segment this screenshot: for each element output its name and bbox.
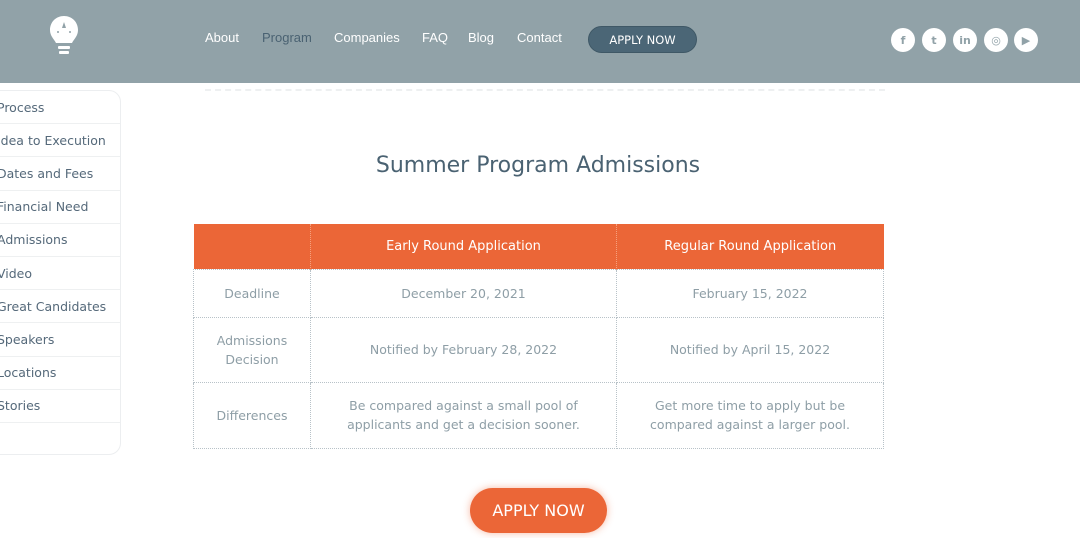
- sidebar-item-video[interactable]: Video: [0, 257, 120, 291]
- table-header-regular: Regular Round Application: [616, 224, 884, 269]
- sidebar-item-great-candidates[interactable]: Great Candidates: [0, 290, 120, 324]
- page-title: Summer Program Admissions: [375, 153, 701, 178]
- table-header-early: Early Round Application: [310, 224, 617, 269]
- sidebar-item-admissions[interactable]: Admissions: [0, 224, 120, 257]
- table-cell: Be compared against a small pool of appl…: [310, 381, 617, 449]
- lightbulb-logo-icon[interactable]: [48, 14, 80, 60]
- row-label: Deadline: [193, 268, 311, 318]
- admissions-table: Early Round Application Regular Round App…: [193, 224, 884, 449]
- facebook-icon[interactable]: f: [891, 28, 915, 52]
- nav-blog[interactable]: Blog: [468, 30, 494, 45]
- twitter-icon[interactable]: t: [922, 28, 946, 52]
- youtube-icon[interactable]: ▶: [1014, 28, 1038, 52]
- apply-now-button[interactable]: APPLY NOW: [470, 488, 607, 533]
- divider: [205, 89, 885, 91]
- sidebar-item-process[interactable]: Process: [0, 91, 120, 125]
- linkedin-icon[interactable]: in: [953, 28, 977, 52]
- header-apply-now-button[interactable]: APPLY NOW: [588, 26, 697, 53]
- table-cell: Notified by April 15, 2022: [616, 316, 884, 383]
- sidebar-item-financial-need[interactable]: Financial Need: [0, 191, 120, 224]
- sidebar-item-stories[interactable]: Stories: [0, 390, 120, 423]
- row-label: Differences: [193, 381, 311, 449]
- sidebar-menu: Process Idea to Execution Dates and Fees…: [0, 90, 121, 455]
- site-header: About Program Companies FAQ Blog Contact…: [0, 0, 1080, 83]
- nav-faq[interactable]: FAQ: [422, 30, 448, 45]
- row-label: Admissions Decision: [193, 316, 311, 383]
- instagram-icon[interactable]: ◎: [984, 28, 1008, 52]
- table-cell: December 20, 2021: [310, 268, 617, 318]
- table-row: Admissions Decision Notified by February …: [193, 316, 884, 383]
- sidebar-item-speakers[interactable]: Speakers: [0, 323, 120, 357]
- nav-about[interactable]: About: [205, 30, 239, 45]
- table-cell: Notified by February 28, 2022: [310, 316, 617, 383]
- table-row: Deadline December 20, 2021 February 15, 20…: [193, 268, 884, 318]
- nav-contact[interactable]: Contact: [517, 30, 562, 45]
- sidebar-item-truncated[interactable]: I: [0, 423, 120, 456]
- table-cell: Get more time to apply but be compared a…: [616, 381, 884, 449]
- nav-companies[interactable]: Companies: [334, 30, 400, 45]
- table-row: Differences Be compared against a small p…: [193, 381, 884, 449]
- table-header-empty: [193, 224, 311, 269]
- nav-program[interactable]: Program: [262, 30, 312, 45]
- table-cell: February 15, 2022: [616, 268, 884, 318]
- sidebar-item-locations[interactable]: Locations: [0, 357, 120, 390]
